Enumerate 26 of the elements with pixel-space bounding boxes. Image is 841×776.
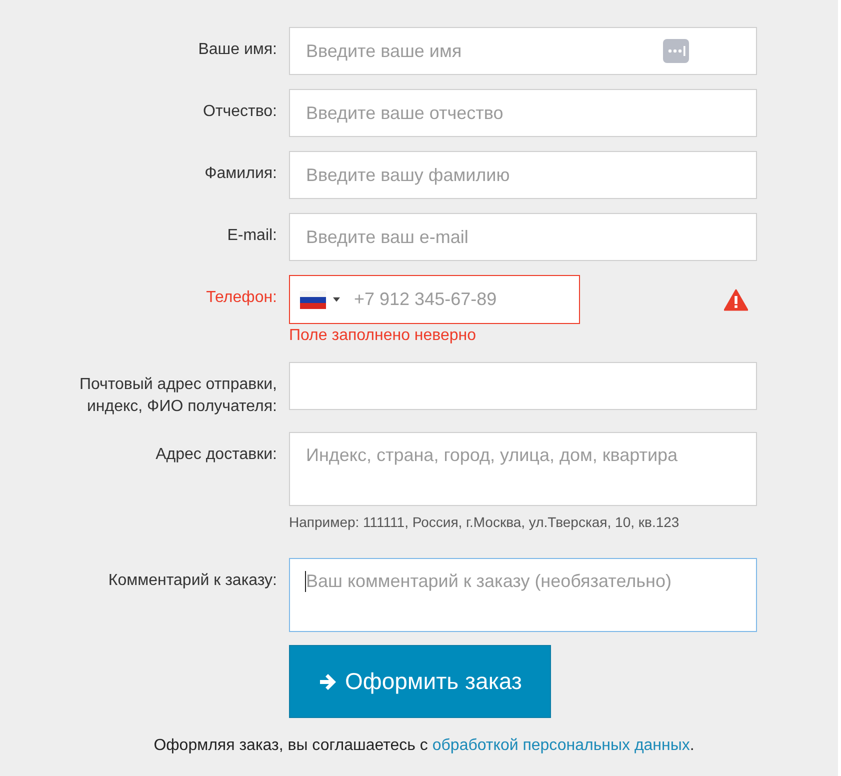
field-label: E-mail: — [227, 226, 277, 246]
error-message: Поле заполнено неверно — [289, 326, 478, 346]
text-area[interactable]: Ваш комментарий к заказу (необязательно) — [289, 558, 757, 632]
field-label: Почтовый адрес отправки, индекс, ФИО получателя: — [79, 375, 277, 417]
arrow-icon — [318, 672, 338, 692]
field-label: Адрес доставки: — [156, 445, 277, 465]
privacy-link[interactable]: обработкой персональных данных — [432, 737, 690, 754]
text-field[interactable]: Введите ваше отчество — [289, 89, 757, 137]
field-label: Фамилия: — [204, 164, 277, 184]
consent-text: Оформляя заказ, вы соглашаетесь с обработкой персональных данных. — [152, 737, 696, 755]
text-field[interactable]: Введите ваш e-mail — [289, 213, 757, 261]
phone-field[interactable]: +7 912 345-67-89 — [289, 275, 580, 324]
text-field[interactable]: Введите вашу фамилию — [289, 151, 757, 199]
phone-input[interactable]: +7 912 345-67-89 — [352, 288, 556, 311]
text-area[interactable]: Индекс, страна, город, улица, дом, квартира — [289, 432, 757, 506]
field-label: Телефон: — [206, 288, 277, 308]
text-field[interactable] — [289, 362, 757, 410]
caret-icon[interactable] — [333, 297, 340, 302]
field-label: Ваше имя: — [198, 40, 277, 60]
warning-icon — [724, 288, 748, 310]
submit-button[interactable]: Оформить заказ — [289, 645, 551, 718]
hint-text: Например: 111111, Россия, г.Москва, ул.Тверская, 10, кв.123 — [289, 514, 680, 530]
flag-icon[interactable] — [300, 290, 326, 308]
field-label: Отчество: — [203, 102, 277, 122]
field-label: Комментарий к заказу: — [108, 571, 277, 591]
text-field[interactable]: Введите ваше имя — [289, 27, 757, 75]
